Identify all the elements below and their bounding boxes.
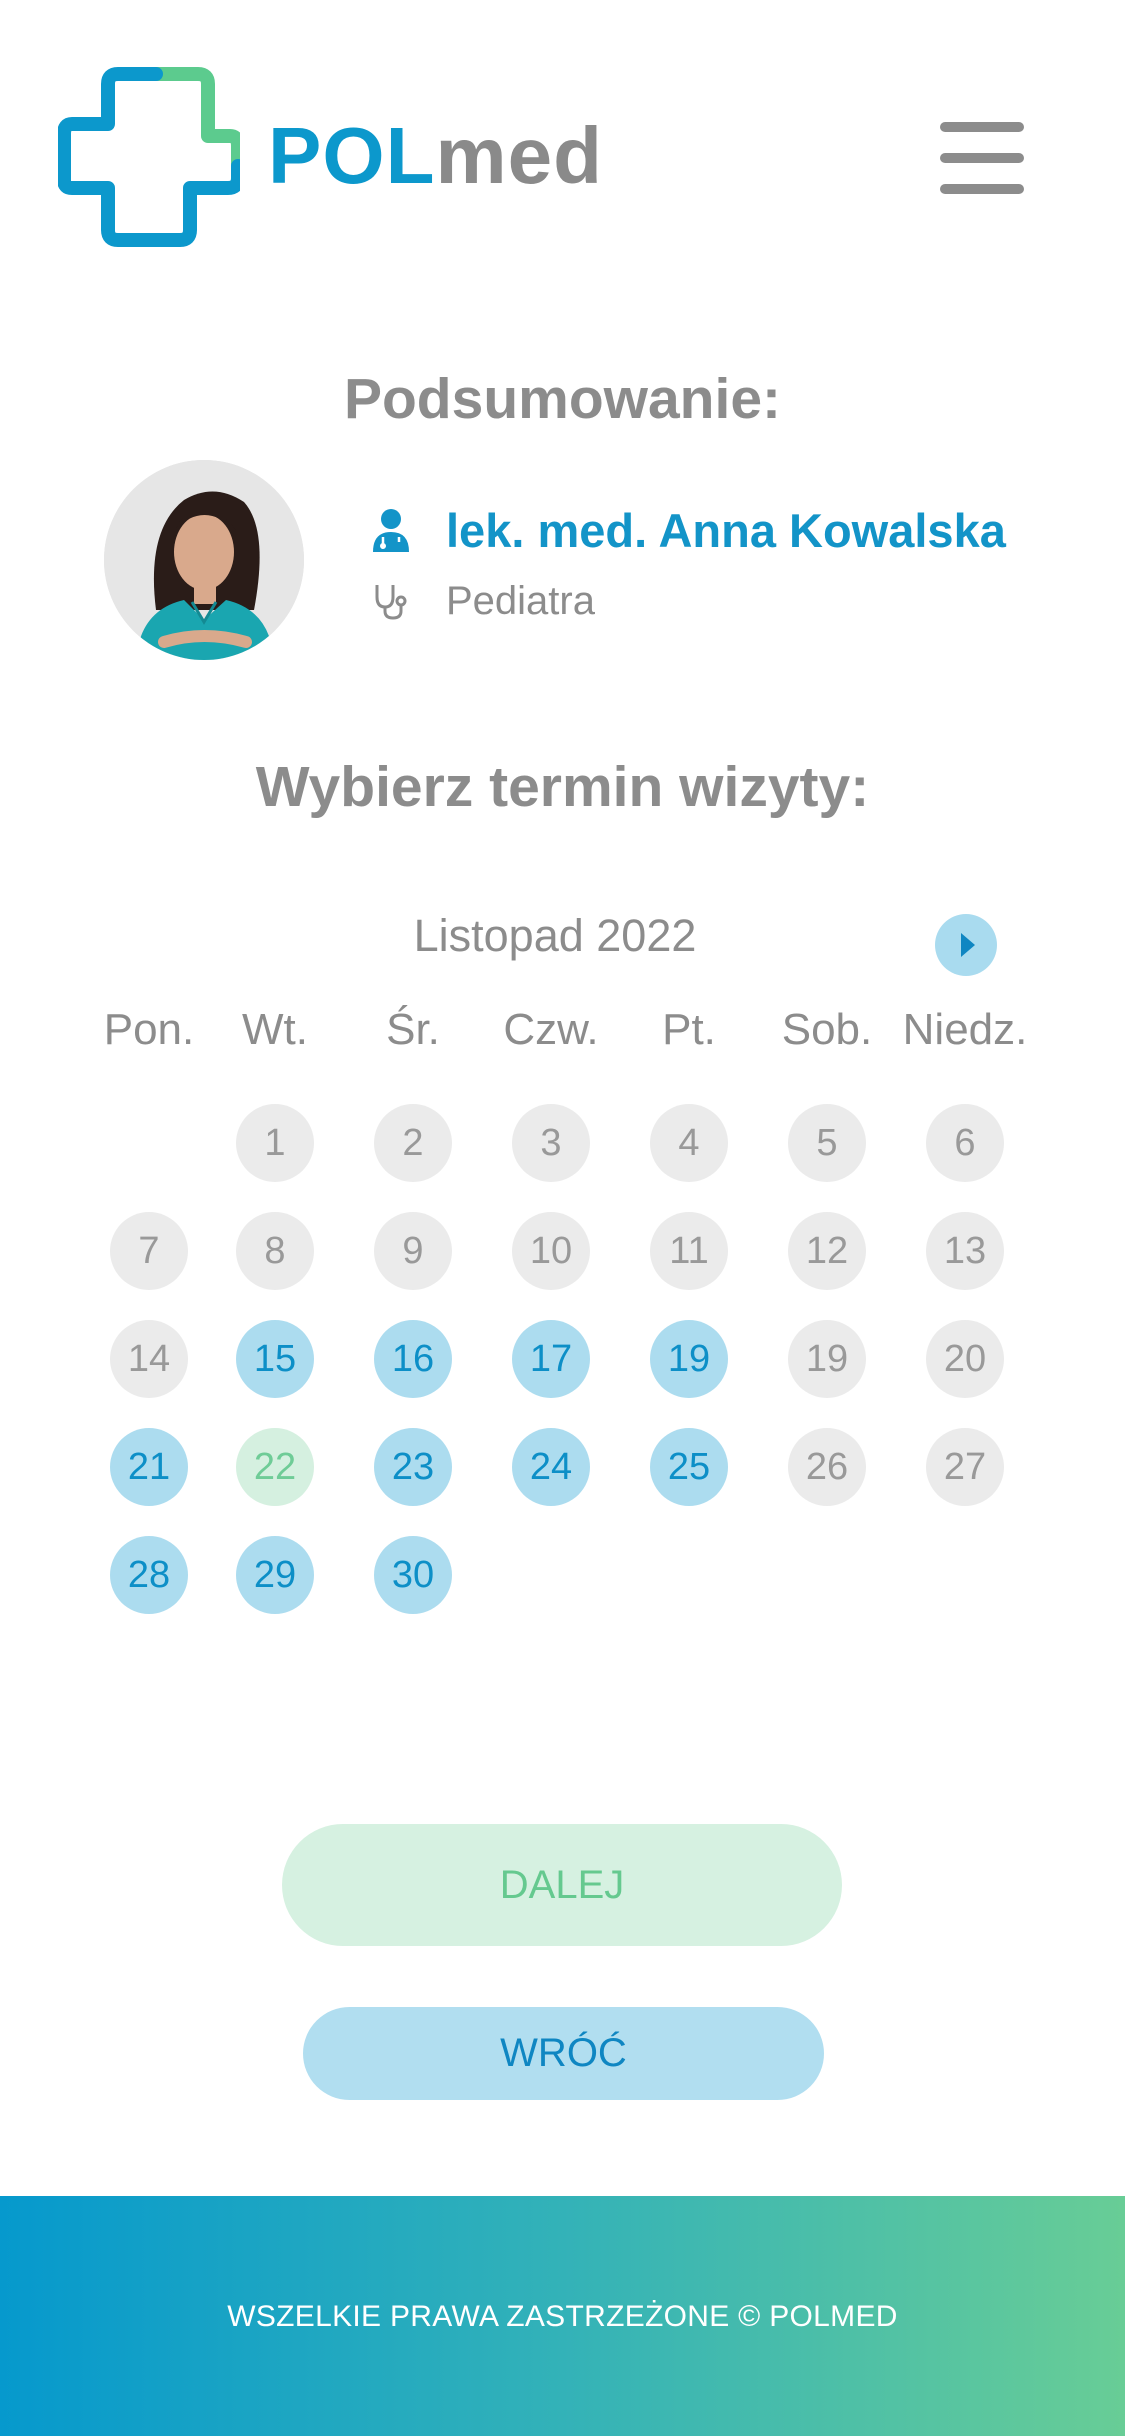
calendar-day-unavailable: 26 bbox=[788, 1428, 866, 1506]
calendar-day-unavailable: 27 bbox=[926, 1428, 1004, 1506]
calendar-day-available[interactable]: 15 bbox=[236, 1320, 314, 1398]
weekday-label: Śr. bbox=[386, 1005, 440, 1054]
doctor-person-icon bbox=[368, 507, 414, 553]
doctor-name-row: lek. med. Anna Kowalska bbox=[368, 495, 1006, 565]
calendar-day-unavailable: 20 bbox=[926, 1320, 1004, 1398]
calendar-day-unavailable: 7 bbox=[110, 1212, 188, 1290]
doctor-specialty-row: Pediatra bbox=[368, 566, 595, 636]
calendar-day-unavailable: 9 bbox=[374, 1212, 452, 1290]
weekday-label: Niedz. bbox=[902, 1005, 1028, 1054]
polmed-logo[interactable]: POLmed bbox=[58, 66, 638, 251]
back-button[interactable]: WRÓĆ bbox=[303, 2007, 824, 2100]
calendar-day-unavailable: 19 bbox=[788, 1320, 866, 1398]
calendar-day-available[interactable]: 28 bbox=[110, 1536, 188, 1614]
calendar-day-unavailable: 5 bbox=[788, 1104, 866, 1182]
calendar-title: Wybierz termin wizyty: bbox=[255, 755, 870, 819]
calendar-day-available[interactable]: 23 bbox=[374, 1428, 452, 1506]
weekday-label: Pon. bbox=[103, 1005, 195, 1054]
calendar-day-unavailable: 11 bbox=[650, 1212, 728, 1290]
weekday-label: Wt. bbox=[242, 1005, 308, 1054]
weekday-label: Czw. bbox=[503, 1005, 599, 1054]
brand-name-part1: POL bbox=[268, 111, 436, 200]
calendar-day-available[interactable]: 21 bbox=[110, 1428, 188, 1506]
calendar-day-available[interactable]: 30 bbox=[374, 1536, 452, 1614]
footer-copyright: WSZELKIE PRAWA ZASTRZEŻONE © POLMED bbox=[227, 2300, 898, 2333]
next-button[interactable]: DALEJ bbox=[282, 1824, 842, 1946]
doctor-name: lek. med. Anna Kowalska bbox=[446, 503, 1006, 557]
calendar-day-available[interactable]: 19 bbox=[650, 1320, 728, 1398]
calendar-day-available[interactable]: 16 bbox=[374, 1320, 452, 1398]
weekday-label: Sob. bbox=[781, 1005, 873, 1054]
next-month-button[interactable] bbox=[935, 914, 997, 976]
stethoscope-icon bbox=[368, 578, 414, 624]
doctor-photo bbox=[104, 460, 304, 660]
calendar-day-unavailable: 1 bbox=[236, 1104, 314, 1182]
calendar-day-unavailable: 4 bbox=[650, 1104, 728, 1182]
summary-title: Podsumowanie: bbox=[343, 367, 782, 431]
doctor-specialty: Pediatra bbox=[446, 578, 595, 623]
hamburger-menu-icon[interactable] bbox=[940, 122, 1024, 194]
calendar-day-unavailable: 10 bbox=[512, 1212, 590, 1290]
calendar-day-available[interactable]: 29 bbox=[236, 1536, 314, 1614]
calendar-day-unavailable: 8 bbox=[236, 1212, 314, 1290]
brand-name: POLmed bbox=[268, 110, 603, 202]
brand-name-part2: med bbox=[435, 111, 603, 200]
calendar-day-unavailable: 12 bbox=[788, 1212, 866, 1290]
calendar-day-unavailable: 14 bbox=[110, 1320, 188, 1398]
weekday-label: Pt. bbox=[662, 1005, 716, 1054]
calendar-day-selected[interactable]: 22 bbox=[236, 1428, 314, 1506]
calendar-day-available[interactable]: 25 bbox=[650, 1428, 728, 1506]
footer: WSZELKIE PRAWA ZASTRZEŻONE © POLMED bbox=[0, 2196, 1125, 2436]
calendar-day-unavailable: 2 bbox=[374, 1104, 452, 1182]
medical-cross-logo-icon bbox=[58, 67, 240, 247]
calendar-day-unavailable: 3 bbox=[512, 1104, 590, 1182]
arrow-right-icon bbox=[961, 933, 975, 957]
calendar-day-unavailable: 13 bbox=[926, 1212, 1004, 1290]
header: POLmed bbox=[0, 0, 1125, 320]
calendar-day-available[interactable]: 24 bbox=[512, 1428, 590, 1506]
calendar-month: Listopad 2022 bbox=[413, 910, 697, 961]
doctor-avatar bbox=[104, 460, 304, 660]
calendar-day-unavailable: 6 bbox=[926, 1104, 1004, 1182]
calendar-day-available[interactable]: 17 bbox=[512, 1320, 590, 1398]
